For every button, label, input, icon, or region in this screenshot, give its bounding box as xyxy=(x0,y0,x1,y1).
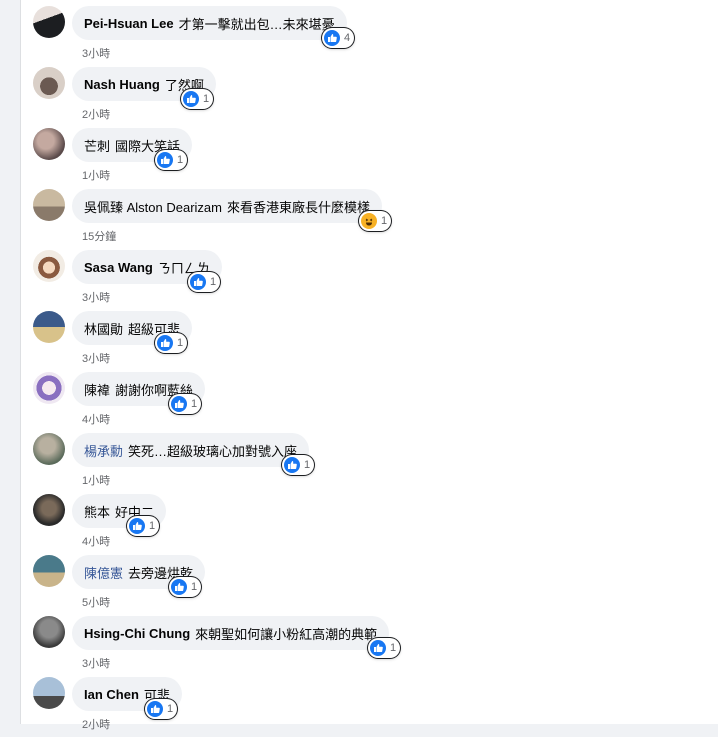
comment-timestamp[interactable]: 1小時 xyxy=(82,167,110,183)
like-icon xyxy=(147,701,163,717)
reaction-count: 1 xyxy=(149,520,156,532)
comment-timestamp[interactable]: 4小時 xyxy=(82,411,110,427)
comment-author[interactable]: Hsing-Chi Chung xyxy=(84,626,190,641)
comments-panel: Pei-Hsuan Lee 才第一擊就出包…未來堪憂 3小時 4 Nash Hu… xyxy=(20,0,718,731)
comment-item: Ian Chen 可悲 2小時 1 xyxy=(33,677,253,737)
comment-timestamp[interactable]: 15分鐘 xyxy=(82,228,116,244)
reaction-badge[interactable]: 1 xyxy=(155,150,188,170)
comment-bubble: Pei-Hsuan Lee 才第一擊就出包…未來堪憂 xyxy=(72,6,347,40)
reaction-badge[interactable]: 1 xyxy=(282,455,315,475)
comment-item: Hsing-Chi Chung 來朝聖如何讓小粉紅高潮的典範 3小時 1 xyxy=(33,616,453,676)
reaction-count: 1 xyxy=(390,642,397,654)
reaction-badge[interactable]: 1 xyxy=(145,699,178,719)
like-icon xyxy=(190,274,206,290)
comment-bubble: Hsing-Chi Chung 來朝聖如何讓小粉紅高潮的典範 xyxy=(72,616,390,650)
comment-text: 笑死…超級玻璃心加對號入座 xyxy=(128,443,298,459)
comment-item: 熊本 好中二 4小時 1 xyxy=(33,494,233,554)
avatar[interactable] xyxy=(33,677,65,709)
comment-author[interactable]: 楊承勳 xyxy=(84,441,123,460)
avatar[interactable] xyxy=(33,311,65,343)
reaction-badge[interactable]: 1 xyxy=(155,333,188,353)
reaction-count: 1 xyxy=(304,459,311,471)
avatar[interactable] xyxy=(33,433,65,465)
comment-text: 才第一擊就出包…未來堪憂 xyxy=(178,16,335,32)
avatar[interactable] xyxy=(33,67,65,99)
reaction-count: 4 xyxy=(344,32,351,44)
like-icon xyxy=(284,457,300,473)
like-icon xyxy=(129,518,145,534)
comment-timestamp[interactable]: 3小時 xyxy=(82,289,110,305)
reaction-badge[interactable]: 1 xyxy=(127,516,160,536)
comment-author[interactable]: Ian Chen xyxy=(84,687,139,702)
reaction-count: 1 xyxy=(203,93,210,105)
comment-bubble: 楊承勳 笑死…超級玻璃心加對號入座 xyxy=(72,433,310,467)
comment-item: 楊承勳 笑死…超級玻璃心加對號入座 1小時 1 xyxy=(33,433,353,493)
avatar[interactable] xyxy=(33,128,65,160)
comment-timestamp[interactable]: 2小時 xyxy=(82,716,110,732)
comment-item: 陳褘 謝謝你啊藍絲 4小時 1 xyxy=(33,372,253,432)
reaction-count: 1 xyxy=(210,276,217,288)
comment-timestamp[interactable]: 5小時 xyxy=(82,594,110,610)
like-icon xyxy=(157,335,173,351)
comment-text: 來看香港東廠長什麼模樣 xyxy=(226,199,370,215)
reaction-count: 1 xyxy=(167,703,174,715)
comment-item: 林國勛 超級可悲 3小時 1 xyxy=(33,311,253,371)
reaction-badge[interactable]: 1 xyxy=(188,272,221,292)
comment-item: Sasa Wang ㄋㄇㄥㄌ 3小時 1 xyxy=(33,250,273,310)
comment-text: 來朝聖如何讓小粉紅高潮的典範 xyxy=(195,626,378,642)
reaction-badge[interactable]: 1 xyxy=(181,89,214,109)
reaction-badge[interactable]: 1 xyxy=(359,211,392,231)
reaction-badge[interactable]: 1 xyxy=(368,638,401,658)
avatar[interactable] xyxy=(33,372,65,404)
comment-author[interactable]: 陳褘 xyxy=(84,380,110,399)
comment-timestamp[interactable]: 3小時 xyxy=(82,655,110,671)
comment-author[interactable]: Pei-Hsuan Lee xyxy=(84,16,174,31)
comment-author[interactable]: 芒刺 xyxy=(84,136,110,155)
comment-timestamp[interactable]: 3小時 xyxy=(82,45,110,61)
like-icon xyxy=(324,30,340,46)
avatar[interactable] xyxy=(33,189,65,221)
like-icon xyxy=(157,152,173,168)
comment-item: 陳億憲 去旁邊烘乾 5小時 1 xyxy=(33,555,253,615)
reaction-badge[interactable]: 1 xyxy=(169,394,202,414)
comment-timestamp[interactable]: 2小時 xyxy=(82,106,110,122)
haha-icon xyxy=(361,213,377,229)
reaction-count: 1 xyxy=(177,337,184,349)
avatar[interactable] xyxy=(33,616,65,648)
avatar[interactable] xyxy=(33,6,65,38)
reaction-count: 1 xyxy=(177,154,184,166)
reaction-badge[interactable]: 1 xyxy=(169,577,202,597)
comment-author[interactable]: Sasa Wang xyxy=(84,260,153,275)
comment-item: Nash Huang 了然啊 2小時 1 xyxy=(33,67,273,127)
comment-item: 芒刺 國際大笑話 1小時 1 xyxy=(33,128,253,188)
reaction-count: 1 xyxy=(191,581,198,593)
comment-bubble: 吳佩臻 Alston Dearizam 來看香港東廠長什麼模樣 xyxy=(72,189,382,223)
reaction-count: 1 xyxy=(381,215,388,227)
comment-item: Pei-Hsuan Lee 才第一擊就出包…未來堪憂 3小時 4 xyxy=(33,6,393,66)
avatar[interactable] xyxy=(33,494,65,526)
like-icon xyxy=(171,396,187,412)
avatar[interactable] xyxy=(33,250,65,282)
reaction-count: 1 xyxy=(191,398,198,410)
comment-timestamp[interactable]: 4小時 xyxy=(82,533,110,549)
comment-timestamp[interactable]: 3小時 xyxy=(82,350,110,366)
like-icon xyxy=(370,640,386,656)
comment-timestamp[interactable]: 1小時 xyxy=(82,472,110,488)
comment-author[interactable]: 林國勛 xyxy=(84,319,123,338)
comment-author[interactable]: 陳億憲 xyxy=(84,563,123,582)
comment-author[interactable]: 吳佩臻 Alston Dearizam xyxy=(84,197,222,216)
avatar[interactable] xyxy=(33,555,65,587)
comment-author[interactable]: 熊本 xyxy=(84,502,110,521)
reaction-badge[interactable]: 4 xyxy=(322,28,355,48)
like-icon xyxy=(183,91,199,107)
comment-author[interactable]: Nash Huang xyxy=(84,77,160,92)
comment-item: 吳佩臻 Alston Dearizam 來看香港東廠長什麼模樣 15分鐘 1 xyxy=(33,189,433,249)
like-icon xyxy=(171,579,187,595)
